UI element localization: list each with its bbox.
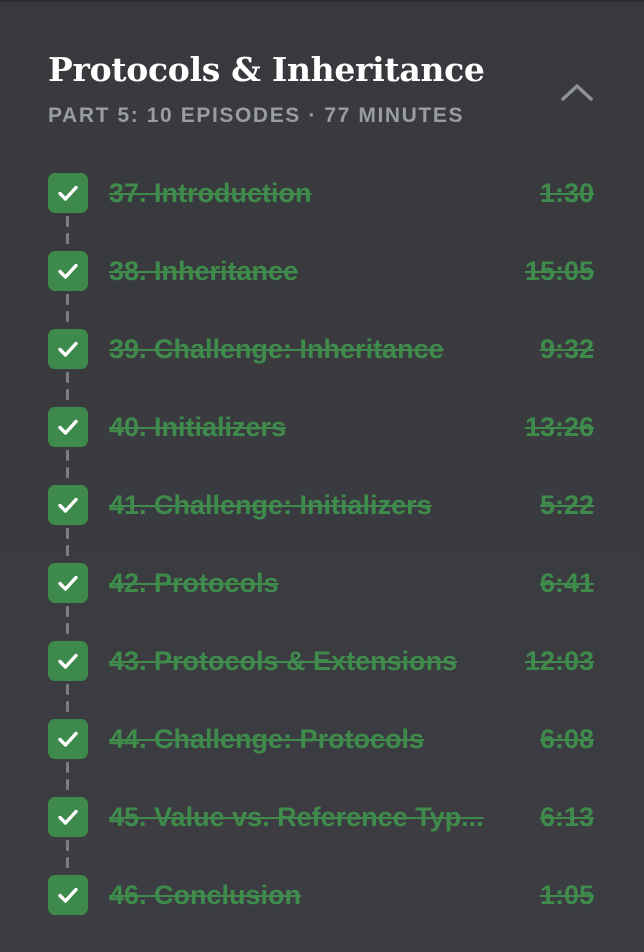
checkmark-icon [58,419,78,435]
episode-duration: 1:30 [539,178,594,208]
episode-list: 37. Introduction 1:30 38. Inheritance 15:05… [48,170,594,950]
completed-checkbox[interactable] [48,719,88,759]
timeline-connector [66,840,70,868]
completed-checkbox[interactable] [48,173,88,213]
checkmark-icon [58,809,78,825]
checkmark-icon [58,575,78,591]
episode-row[interactable]: 41. Challenge: Initializers 5:22 [48,482,594,560]
episode-title[interactable]: 43. Protocols & Extensions [109,644,457,678]
checkmark-icon [58,887,78,903]
episode-title[interactable]: 42. Protocols [109,566,279,600]
section-subtitle: PART 5: 10 EPISODES · 77 MINUTES [48,104,465,127]
episode-title[interactable]: 40. Initializers [109,410,286,444]
episode-title[interactable]: 41. Challenge: Initializers [109,488,432,522]
chevron-up-icon [561,84,593,101]
timeline-connector [66,294,70,322]
episode-title[interactable]: 45. Value vs. Reference Typ... [109,800,484,834]
episode-duration: 12:03 [524,646,594,676]
completed-checkbox[interactable] [48,797,88,837]
episode-duration: 13:26 [524,412,594,442]
timeline-connector [66,450,70,478]
section-header: Protocols & Inheritance PART 5: 10 EPISO… [48,48,604,138]
completed-checkbox[interactable] [48,329,88,369]
checkmark-icon [58,185,78,201]
episode-duration: 6:41 [539,568,594,598]
episode-title[interactable]: 46. Conclusion [109,878,301,912]
episode-row[interactable]: 45. Value vs. Reference Typ... 6:13 [48,794,594,872]
completed-checkbox[interactable] [48,563,88,603]
episode-duration: 5:22 [539,490,594,520]
episode-row[interactable]: 42. Protocols 6:41 [48,560,594,638]
completed-checkbox[interactable] [48,251,88,291]
episode-duration: 9:32 [539,334,594,364]
timeline-connector [66,216,70,244]
collapse-section-button[interactable] [558,78,598,108]
episode-title[interactable]: 37. Introduction [109,176,312,210]
checkmark-icon [58,731,78,747]
checkmark-icon [58,653,78,669]
episode-duration: 1:05 [539,880,594,910]
episode-row[interactable]: 38. Inheritance 15:05 [48,248,594,326]
timeline-connector [66,528,70,556]
episode-title[interactable]: 39. Challenge: Inheritance [109,332,444,366]
episode-row[interactable]: 40. Initializers 13:26 [48,404,594,482]
episode-row[interactable]: 43. Protocols & Extensions 12:03 [48,638,594,716]
episode-duration: 6:08 [539,724,594,754]
episode-section-panel: Protocols & Inheritance PART 5: 10 EPISO… [0,0,644,952]
checkmark-icon [58,497,78,513]
episode-row[interactable]: 37. Introduction 1:30 [48,170,594,248]
completed-checkbox[interactable] [48,641,88,681]
episode-duration: 6:13 [539,802,594,832]
episode-row[interactable]: 39. Challenge: Inheritance 9:32 [48,326,594,404]
episode-duration: 15:05 [524,256,594,286]
episode-row[interactable]: 46. Conclusion 1:05 [48,872,594,950]
timeline-connector [66,606,70,634]
completed-checkbox[interactable] [48,875,88,915]
timeline-connector [66,372,70,400]
timeline-connector [66,762,70,790]
episode-row[interactable]: 44. Challenge: Protocols 6:08 [48,716,594,794]
timeline-connector [66,684,70,712]
checkmark-icon [58,263,78,279]
checkmark-icon [58,341,78,357]
completed-checkbox[interactable] [48,407,88,447]
episode-title[interactable]: 44. Challenge: Protocols [109,722,424,756]
section-title: Protocols & Inheritance [48,50,485,89]
completed-checkbox[interactable] [48,485,88,525]
episode-title[interactable]: 38. Inheritance [109,254,298,288]
